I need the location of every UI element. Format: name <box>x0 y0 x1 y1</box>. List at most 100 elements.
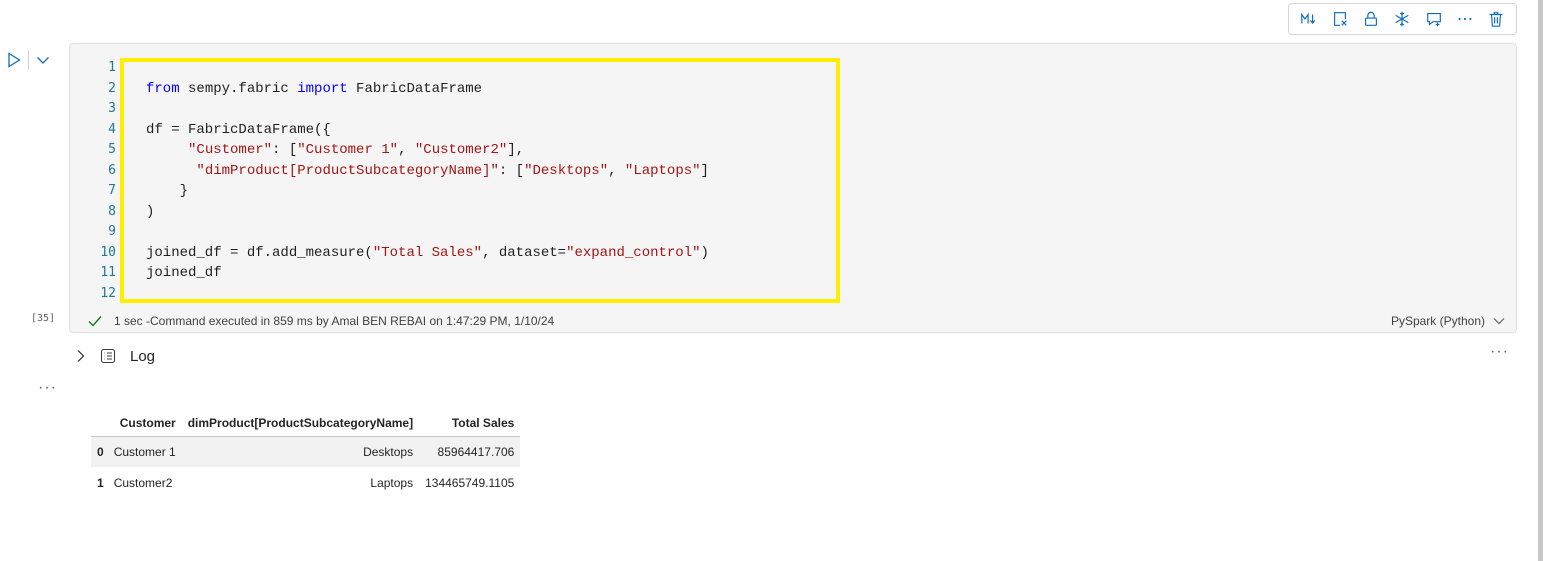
code-text: df = FabricDataFrame({ <box>146 121 331 138</box>
code-text: } <box>146 183 189 199</box>
code-keyword: from <box>146 80 180 97</box>
delete-cell-button[interactable] <box>1485 8 1507 30</box>
code-text: : [ <box>498 162 525 179</box>
language-selector[interactable]: PySpark (Python) <box>1391 311 1505 331</box>
code-text: FabricDataFrame <box>347 80 483 97</box>
cell-toolbar <box>1288 3 1517 35</box>
code-text: ) <box>700 244 709 261</box>
add-comment-button[interactable] <box>1423 8 1445 30</box>
code-text: ], <box>507 142 525 158</box>
line-number: 10 <box>100 244 116 260</box>
snowflake-icon <box>1395 11 1410 27</box>
column-header-total-sales: Total Sales <box>419 410 521 437</box>
code-string: "Laptops" <box>624 162 701 179</box>
cell-customer: Customer2 <box>113 475 173 490</box>
run-cell-button[interactable] <box>0 48 28 72</box>
log-list-icon <box>100 348 116 364</box>
code-editor[interactable]: from sempy.fabric import FabricDataFrame… <box>146 58 709 304</box>
column-header-index <box>91 410 108 437</box>
row-index: 0 <box>91 436 108 467</box>
language-label: PySpark (Python) <box>1390 314 1485 328</box>
code-string: "dimProduct[ProductSubcategoryName]" <box>196 162 499 179</box>
execution-status: 1 sec -Command executed in 859 ms by Ama… <box>88 311 554 331</box>
code-text: ) <box>146 203 155 220</box>
table-header-row: Customer dimProduct[ProductSubcategoryNa… <box>91 410 521 437</box>
more-commands-button[interactable] <box>1454 8 1476 30</box>
column-header-customer: Customer <box>107 410 182 437</box>
markdown-toggle-button[interactable] <box>1298 8 1320 30</box>
table-row: 0 Customer 1 Desktops 85964417.706 <box>91 436 521 467</box>
window-scrollbar[interactable] <box>1538 0 1543 561</box>
cell-total-sales: 134465749.1105 <box>425 475 515 490</box>
line-number: 4 <box>108 121 116 137</box>
code-text: joined_df = df.add_measure( <box>146 244 373 261</box>
play-icon <box>8 52 21 68</box>
table-row: 1 Customer2 Laptops 134465749.1105 <box>91 467 520 498</box>
lock-icon <box>1365 11 1378 26</box>
cell-total-sales: 85964417.706 <box>419 436 521 467</box>
lock-cell-button[interactable] <box>1360 8 1382 30</box>
cell-customer: Customer 1 <box>107 436 182 467</box>
code-string: "Customer2" <box>414 142 508 158</box>
code-string: "expand_control" <box>566 244 701 261</box>
code-line: ) <box>146 202 709 223</box>
code-keyword: import <box>297 80 348 97</box>
cell-subcategory: Laptops <box>370 475 414 490</box>
clear-output-icon <box>1333 12 1347 26</box>
output-more-button[interactable]: ··· <box>38 379 57 397</box>
line-number: 3 <box>108 101 116 116</box>
line-number: 5 <box>108 142 116 157</box>
code-line: joined_df <box>146 263 709 284</box>
line-number: 6 <box>108 162 116 178</box>
log-more-button[interactable]: ··· <box>1490 343 1509 361</box>
chevron-down-icon <box>1493 318 1505 325</box>
log-label: Log <box>130 347 156 365</box>
code-text: , <box>608 162 625 179</box>
code-line: "Customer": ["Customer 1", "Customer2"], <box>146 140 709 161</box>
code-line: joined_df = df.add_measure("Total Sales"… <box>146 243 709 264</box>
chevron-down-icon <box>37 57 49 64</box>
checkmark-icon <box>88 315 102 327</box>
line-number-gutter: 1 2 3 4 5 6 7 8 9 10 11 12 <box>86 58 116 304</box>
trash-icon <box>1490 12 1503 27</box>
more-icon <box>1458 17 1472 21</box>
code-string: "Customer 1" <box>297 142 399 158</box>
freeze-cell-button[interactable] <box>1391 8 1413 30</box>
line-number: 7 <box>108 183 116 198</box>
code-string: "Desktops" <box>524 162 609 179</box>
code-text: : [ <box>272 142 298 158</box>
code-text: joined_df <box>146 265 222 281</box>
line-number: 2 <box>108 80 116 96</box>
execution-count: [35] <box>31 313 56 324</box>
output-dataframe: Customer dimProduct[ProductSubcategoryNa… <box>91 410 521 498</box>
code-line: "dimProduct[ProductSubcategoryName]": ["… <box>146 161 709 182</box>
column-header-subcategory: dimProduct[ProductSubcategoryName] <box>181 410 420 437</box>
row-index: 1 <box>97 475 104 490</box>
code-line: from sempy.fabric import FabricDataFrame <box>146 79 709 100</box>
run-options-dropdown[interactable] <box>29 48 57 72</box>
clear-output-button[interactable] <box>1329 8 1351 30</box>
code-text: ] <box>700 162 709 179</box>
line-number: 11 <box>100 265 116 280</box>
markdown-icon <box>1300 12 1315 24</box>
code-line: } <box>146 181 709 202</box>
status-text: 1 sec -Command executed in 859 ms by Ama… <box>114 314 555 328</box>
code-text: , <box>398 142 415 158</box>
log-expander[interactable]: Log <box>76 344 155 368</box>
line-number: 9 <box>108 224 116 239</box>
code-text: sempy.fabric <box>179 80 298 97</box>
run-controls <box>0 48 62 72</box>
code-string: "Total Sales" <box>372 244 483 261</box>
line-number: 12 <box>100 285 116 301</box>
comment-add-icon <box>1426 13 1441 27</box>
cell-subcategory: Desktops <box>181 436 420 467</box>
code-text: , dataset= <box>482 244 567 261</box>
chevron-right-icon <box>77 350 85 362</box>
line-number: 8 <box>108 203 116 219</box>
line-number: 1 <box>108 60 116 75</box>
